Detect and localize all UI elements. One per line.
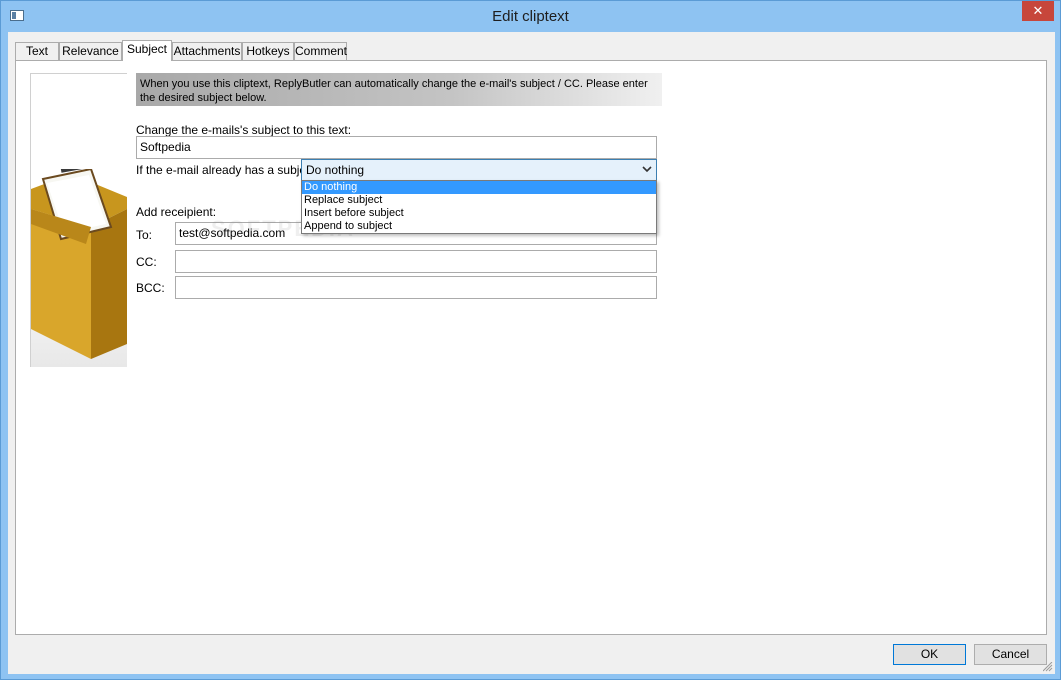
option-replace-subject[interactable]: Replace subject: [302, 194, 656, 207]
title-bar[interactable]: Edit cliptext ✕: [1, 1, 1060, 32]
window-title: Edit cliptext: [492, 8, 569, 25]
tab-relevance[interactable]: Relevance: [59, 42, 122, 60]
option-append-to-subject[interactable]: Append to subject: [302, 220, 656, 233]
existing-subject-select[interactable]: Do nothing: [301, 159, 657, 181]
tab-text[interactable]: Text: [15, 42, 59, 60]
close-button[interactable]: ✕: [1022, 1, 1054, 21]
change-subject-label: Change the e-mails's subject to this tex…: [136, 123, 352, 137]
dialog-client-area: Text Relevance Subject Attachments Hotke…: [8, 32, 1055, 674]
cc-label: CC:: [136, 255, 157, 269]
ok-button[interactable]: OK: [893, 644, 966, 665]
box-clipboard-icon: [31, 169, 127, 359]
to-label: To:: [136, 228, 153, 242]
existing-subject-selected-value: Do nothing: [306, 163, 365, 177]
subject-tab-panel: When you use this cliptext, ReplyButler …: [15, 60, 1047, 635]
option-do-nothing[interactable]: Do nothing: [302, 181, 656, 194]
add-recipient-label: Add receipient:: [136, 205, 217, 219]
dialog-window: Edit cliptext ✕ Text Relevance Subject A…: [0, 0, 1061, 680]
existing-subject-dropdown-list: Do nothing Replace subject Insert before…: [301, 180, 657, 234]
tab-subject[interactable]: Subject: [122, 40, 172, 61]
close-icon: ✕: [1032, 3, 1044, 18]
subject-input[interactable]: Softpedia: [136, 136, 657, 159]
clipboard-box-illustration: [30, 73, 127, 367]
bcc-label: BCC:: [136, 281, 165, 295]
info-banner: When you use this cliptext, ReplyButler …: [136, 73, 662, 106]
bcc-input[interactable]: [175, 276, 657, 299]
option-insert-before-subject[interactable]: Insert before subject: [302, 207, 656, 220]
tab-hotkeys[interactable]: Hotkeys: [242, 42, 294, 60]
chevron-down-icon: [642, 166, 652, 173]
cancel-button[interactable]: Cancel: [974, 644, 1047, 665]
cc-input[interactable]: [175, 250, 657, 273]
resize-grip-icon[interactable]: [1043, 662, 1053, 672]
existing-subject-label: If the e-mail already has a subject:: [136, 163, 319, 177]
tab-comment[interactable]: Comment: [294, 42, 347, 60]
tab-attachments[interactable]: Attachments: [172, 42, 242, 60]
